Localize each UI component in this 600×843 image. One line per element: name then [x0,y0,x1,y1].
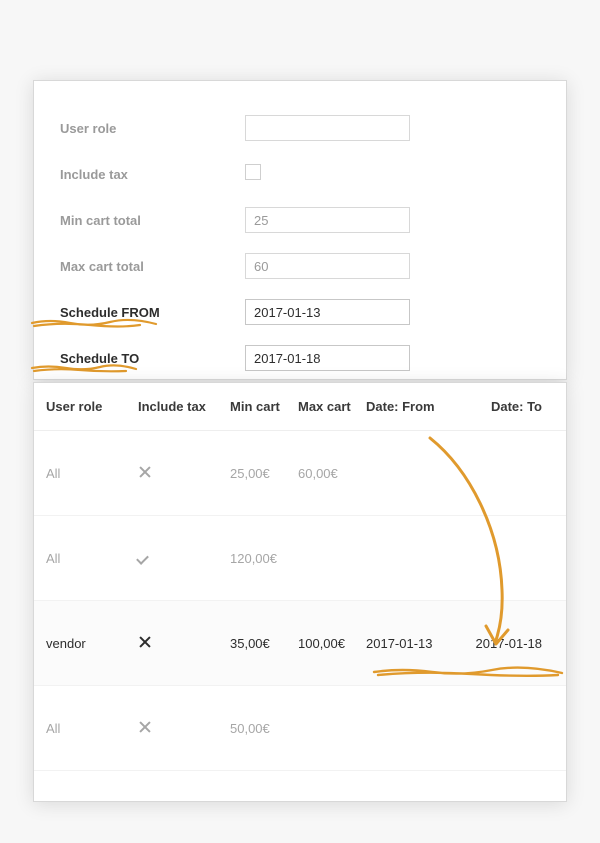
cell-role: All [46,466,138,481]
th-from: Date: From [366,399,462,414]
th-tax: Include tax [138,399,230,414]
x-icon [138,720,152,734]
cell-tax [138,635,230,652]
x-icon [138,465,152,479]
label-min-cart: Min cart total [60,213,245,228]
schedule-to-input[interactable] [245,345,410,371]
table-row[interactable]: All 50,00€ [34,686,566,771]
cell-role: All [46,721,138,736]
rules-table-panel: User role Include tax Min cart Max cart … [33,382,567,802]
label-max-cart: Max cart total [60,259,245,274]
row-include-tax: Include tax [60,151,540,197]
table-header: User role Include tax Min cart Max cart … [34,383,566,431]
label-user-role: User role [60,121,245,136]
label-include-tax: Include tax [60,167,245,182]
row-min-cart: Min cart total [60,197,540,243]
cell-role: All [46,551,138,566]
x-icon [138,635,152,649]
cell-min: 25,00€ [230,466,298,481]
row-schedule-to: Schedule TO [60,335,540,381]
check-icon [138,550,152,564]
cell-to: 2017-01-18 [462,636,542,651]
th-max: Max cart [298,399,366,414]
table-row[interactable]: vendor 35,00€100,00€2017-01-132017-01-18 [34,601,566,686]
th-min: Min cart [230,399,298,414]
user-role-input[interactable] [245,115,410,141]
row-schedule-from: Schedule FROM [60,289,540,335]
label-schedule-to: Schedule TO [60,351,245,366]
cell-min: 50,00€ [230,721,298,736]
cell-tax [138,720,230,737]
cell-min: 35,00€ [230,636,298,651]
min-cart-input[interactable] [245,207,410,233]
table-row[interactable]: All 25,00€60,00€ [34,431,566,516]
include-tax-checkbox[interactable] [245,164,261,180]
settings-form-panel: User role Include tax Min cart total Max… [33,80,567,380]
table-row[interactable]: All 120,00€ [34,516,566,601]
th-to: Date: To [462,399,542,414]
cell-role: vendor [46,636,138,651]
cell-max: 60,00€ [298,466,366,481]
cell-tax [138,465,230,482]
max-cart-input[interactable] [245,253,410,279]
cell-from: 2017-01-13 [366,636,462,651]
cell-max: 100,00€ [298,636,366,651]
cell-tax [138,550,230,567]
th-role: User role [46,399,138,414]
table-body: All 25,00€60,00€ All 120,00€ vendor 35,00€100… [34,431,566,771]
cell-min: 120,00€ [230,551,298,566]
label-schedule-from: Schedule FROM [60,305,245,320]
row-max-cart: Max cart total [60,243,540,289]
schedule-from-input[interactable] [245,299,410,325]
row-user-role: User role [60,105,540,151]
